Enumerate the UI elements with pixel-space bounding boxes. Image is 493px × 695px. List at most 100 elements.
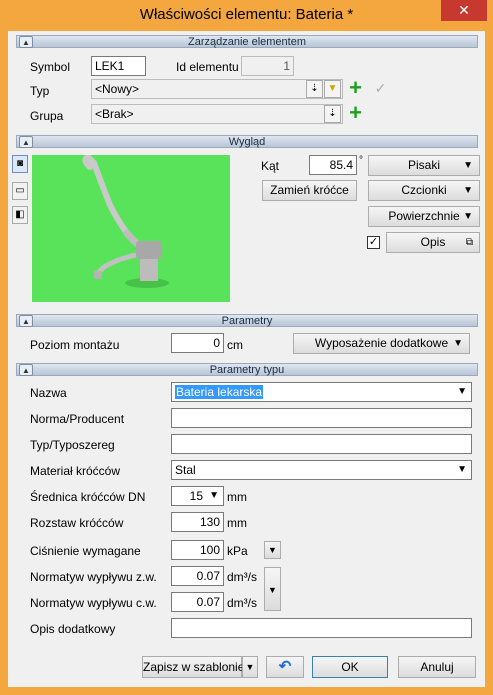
chevron-down-icon: ▼ [268, 545, 277, 555]
flow-hot-unit: dm³/s [227, 596, 257, 610]
save-template-dropdown[interactable]: ▼ [242, 656, 258, 678]
symbol-label: Symbol [30, 60, 71, 74]
dialog-window: Właściwości elementu: Bateria * ✕ ▲ Zarz… [0, 0, 493, 695]
spacing-label: Rozstaw króćców [30, 516, 124, 530]
mount-level-input[interactable]: 0 [171, 333, 224, 353]
pressure-input[interactable]: 100 [171, 540, 224, 560]
undo-button[interactable]: ↶ [266, 656, 304, 678]
chevron-down-icon: ▼ [457, 464, 467, 475]
name-select[interactable]: Bateria lekarska ▼ [171, 382, 472, 402]
mount-level-label: Poziom montażu [30, 338, 120, 352]
close-icon: ✕ [458, 2, 470, 18]
section-parameters-header[interactable]: ▲ Parametry [16, 314, 478, 327]
chevron-down-icon: ▼ [463, 211, 473, 222]
plus-icon: + [349, 75, 362, 100]
description-checkbox[interactable]: ✓ [367, 236, 380, 249]
description-button[interactable]: Opis ⧉ [386, 232, 480, 253]
series-input[interactable] [171, 434, 472, 454]
save-template-button[interactable]: Zapisz w szablonie [142, 656, 244, 678]
angle-label: Kąt [261, 159, 280, 173]
cancel-button[interactable]: Anuluj [398, 656, 476, 678]
id-field: 1 [241, 56, 294, 76]
section-parameters-title: Parametry [221, 315, 273, 327]
camera-view-icon[interactable]: ◙ [12, 155, 28, 173]
surfaces-button[interactable]: Powierzchnie ▼ [368, 206, 480, 227]
section-type-params-title: Parametry typu [209, 364, 285, 376]
surfaces-button-label: Powierzchnie [388, 209, 460, 223]
group-field[interactable]: <Brak> [91, 104, 343, 124]
swap-connectors-button[interactable]: Zamień króćce [262, 180, 357, 201]
material-select[interactable]: Stal ▼ [171, 460, 472, 480]
add-group-button[interactable]: + [347, 102, 364, 124]
section-management-header[interactable]: ▲ Zarządzanie elementem [16, 35, 478, 48]
chevron-down-icon: ▼ [268, 585, 277, 595]
diameter-select[interactable]: 15 ▼ [171, 486, 224, 506]
mount-level-unit: cm [227, 338, 243, 352]
add-type-button[interactable]: + [347, 77, 364, 99]
chevron-down-icon: ▼ [209, 490, 219, 501]
undo-icon: ↶ [278, 658, 292, 675]
spacing-input[interactable]: 130 [171, 512, 224, 532]
chevron-down-icon: ▼ [463, 185, 473, 196]
chevron-down-icon: ▼ [245, 662, 255, 672]
material-value: Stal [175, 463, 196, 477]
open-dialog-icon: ⧉ [465, 237, 473, 248]
angle-input[interactable]: 85.4 [309, 155, 357, 175]
group-label: Grupa [30, 109, 64, 123]
chevron-down-icon: ▼ [457, 386, 467, 397]
diameter-value: 15 [189, 489, 203, 503]
diameter-unit: mm [227, 490, 247, 504]
material-label: Materiał króćców [30, 464, 121, 478]
chevron-down-icon: ▼ [463, 160, 473, 171]
type-pick-icon[interactable]: ⇣ [306, 80, 323, 98]
pens-button-label: Pisaki [407, 158, 440, 172]
plus-icon: + [349, 100, 362, 125]
close-button[interactable]: ✕ [441, 0, 487, 21]
faucet-image [82, 153, 169, 288]
pressure-unit: kPa [227, 544, 248, 558]
id-label: Id elementu [176, 60, 239, 74]
flow-dropdown-button[interactable]: ▼ [264, 567, 281, 611]
confirm-type-button[interactable]: ✓ [372, 80, 389, 97]
name-label: Nazwa [30, 386, 67, 400]
section-management-title: Zarządzanie elementem [187, 36, 306, 48]
window-title: Właściwości elementu: Bateria * [139, 6, 354, 23]
spacing-unit: mm [227, 516, 247, 530]
flow-cold-label: Normatyw wypływu z.w. [30, 570, 157, 584]
fonts-button[interactable]: Czcionki ▼ [368, 180, 480, 201]
footer: Zapisz w szablonie ▼ ↶ OK Anuluj [8, 646, 485, 687]
fonts-button-label: Czcionki [401, 183, 447, 197]
norm-label: Norma/Producent [30, 412, 125, 426]
checkmark-icon: ✓ [374, 80, 387, 96]
title-bar[interactable]: Właściwości elementu: Bateria * ✕ [0, 0, 493, 32]
extra-equipment-label: Wyposażenie dodatkowe [314, 336, 449, 350]
element-preview [32, 153, 230, 302]
pens-button[interactable]: Pisaki ▼ [368, 155, 480, 176]
flat-view-icon[interactable]: ▭ [12, 182, 28, 200]
section-appearance-header[interactable]: ▲ Wygląd [16, 135, 478, 148]
flow-hot-input[interactable]: 0.07 [171, 592, 224, 612]
name-value: Bateria lekarska [175, 385, 264, 399]
angle-unit: ° [359, 155, 363, 166]
flow-cold-unit: dm³/s [227, 570, 257, 584]
diameter-label: Średnica króćców DN [30, 490, 146, 504]
section-appearance-title: Wygląd [228, 136, 266, 148]
extra-equipment-button[interactable]: Wyposażenie dodatkowe ▼ [293, 333, 470, 354]
extra-description-label: Opis dodatkowy [30, 622, 116, 636]
flow-cold-input[interactable]: 0.07 [171, 566, 224, 586]
3d-view-icon[interactable]: ◧ [12, 206, 28, 224]
group-pick-icon[interactable]: ⇣ [324, 105, 341, 123]
pressure-dropdown-button[interactable]: ▼ [264, 541, 281, 559]
extra-description-input[interactable] [171, 618, 472, 638]
series-label: Typ/Typoszereg [30, 438, 115, 452]
flow-hot-label: Normatyw wypływu c.w. [30, 596, 157, 610]
type-value: <Nowy> [95, 82, 140, 96]
norm-input[interactable] [171, 408, 472, 428]
ok-button[interactable]: OK [312, 656, 388, 678]
type-tag-icon[interactable]: ▼ [324, 80, 341, 98]
section-type-params-header[interactable]: ▲ Parametry typu [16, 363, 478, 376]
symbol-input[interactable]: LEK1 [91, 56, 146, 76]
type-label: Typ [30, 84, 50, 98]
pressure-label: Ciśnienie wymagane [30, 544, 141, 558]
group-value: <Brak> [95, 107, 134, 121]
